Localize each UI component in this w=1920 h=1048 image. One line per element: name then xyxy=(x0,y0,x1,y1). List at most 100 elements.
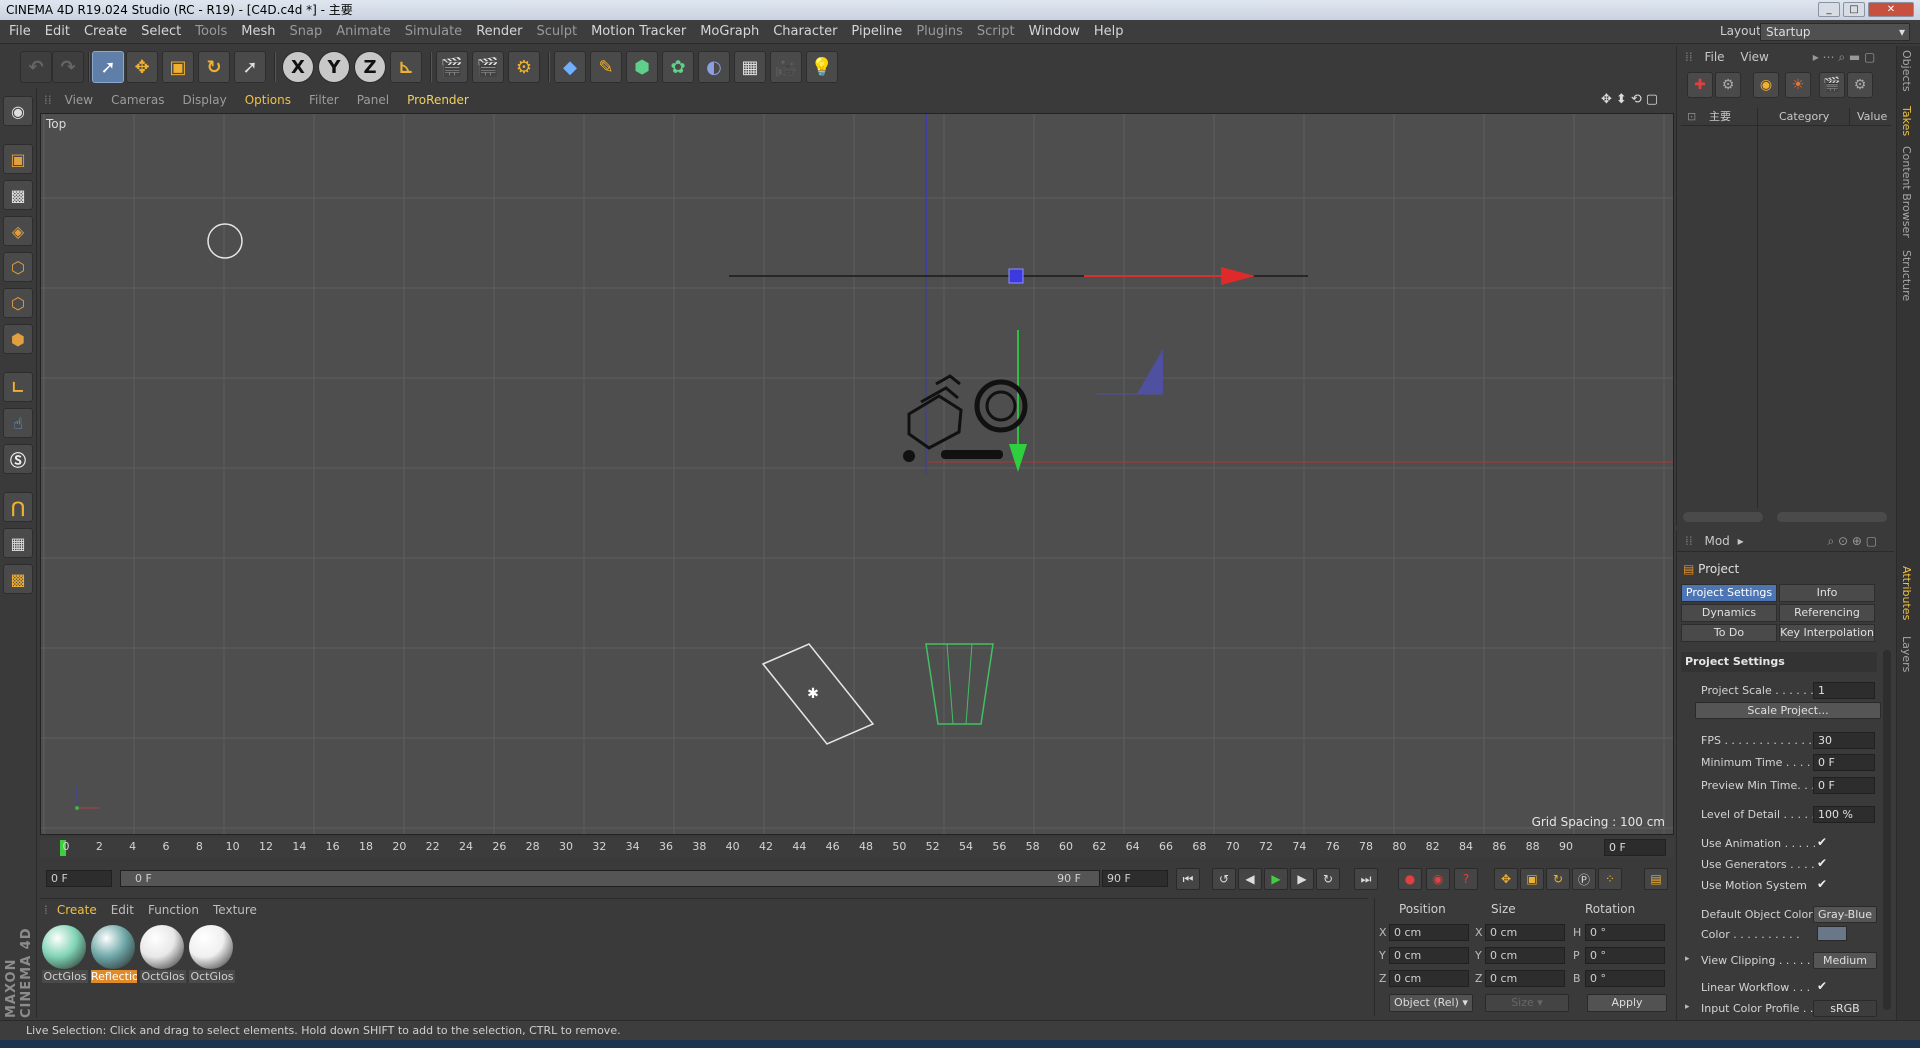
render-picture-viewer-icon[interactable]: 🎬 xyxy=(472,51,504,83)
timeline[interactable]: 0 2 4 6 8 10 12 14 16 18 20 22 24 26 28 30 32 34 36 38 40 42 4… xyxy=(40,838,1674,858)
position-field[interactable]: 0 cm xyxy=(1389,947,1469,964)
planar-workplane-icon[interactable]: ▩ xyxy=(3,564,33,594)
input-color-profile-select[interactable]: sRGB xyxy=(1813,1000,1877,1017)
attributes-mode-menu[interactable]: Mod xyxy=(1704,534,1729,548)
menu-tools[interactable]: Tools xyxy=(188,20,234,44)
coordinate-system-icon[interactable]: ⊾ xyxy=(390,51,422,83)
attributes-scrollbar[interactable] xyxy=(1883,650,1891,1010)
side-tab-attributes[interactable]: Attributes xyxy=(1900,566,1913,620)
size-field[interactable]: 0 cm xyxy=(1485,970,1565,987)
prev-frame-icon[interactable]: ◀ xyxy=(1238,868,1262,890)
coordinate-mode-select[interactable]: Object (Rel) ▾ xyxy=(1389,994,1473,1012)
side-tab-structure[interactable]: Structure xyxy=(1900,250,1913,301)
points-mode-icon[interactable]: ⬡ xyxy=(3,252,33,282)
key-position-icon[interactable]: ✥ xyxy=(1494,868,1518,890)
keyframe-selection-icon[interactable]: ? xyxy=(1454,868,1478,890)
light-icon[interactable]: 💡 xyxy=(806,51,838,83)
object-origin-handle[interactable] xyxy=(1008,268,1024,284)
autokey-icon[interactable]: ◉ xyxy=(1426,868,1450,890)
prev-key-icon[interactable]: ↺ xyxy=(1212,868,1236,890)
octane-light-icon[interactable]: ☀ xyxy=(1785,72,1811,98)
plane-handle[interactable] xyxy=(1137,349,1163,394)
material-swatch[interactable]: OctGlos xyxy=(189,925,235,987)
menu-file[interactable]: File xyxy=(2,20,38,44)
menu-snap[interactable]: Snap xyxy=(283,20,330,44)
fps-field[interactable]: 30 xyxy=(1813,732,1875,749)
z-axis-lock-button[interactable]: Z xyxy=(354,51,386,83)
use-animation-checkbox[interactable]: ✔ xyxy=(1817,835,1827,849)
menu-animate[interactable]: Animate xyxy=(329,20,397,44)
undo-icon[interactable]: ↶ xyxy=(20,51,52,83)
expand-arrow-icon[interactable]: ▸ xyxy=(1685,954,1690,964)
material-swatch[interactable]: Reflectio xyxy=(91,925,137,987)
timeline-window-icon[interactable]: ▤ xyxy=(1644,868,1668,890)
objects-menu-file[interactable]: File xyxy=(1704,50,1724,64)
live-selection-icon[interactable]: ➚ xyxy=(92,51,124,83)
menu-mesh[interactable]: Mesh xyxy=(234,20,282,44)
menu-edit[interactable]: Edit xyxy=(38,20,77,44)
polygons-mode-icon[interactable]: ⬢ xyxy=(3,324,33,354)
minimize-button[interactable]: _ xyxy=(1818,2,1840,17)
record-keyframe-icon[interactable]: ● xyxy=(1398,868,1422,890)
cloner-icon[interactable]: ✿ xyxy=(662,51,694,83)
move-icon[interactable]: ✥ xyxy=(126,51,158,83)
horizontal-scrollbar-left[interactable] xyxy=(1683,512,1763,522)
viewport-canvas[interactable]: ✱ xyxy=(41,114,1674,835)
close-button[interactable]: ✕ xyxy=(1868,2,1914,17)
render-settings-icon[interactable]: ⚙ xyxy=(508,51,540,83)
deformer-icon[interactable]: ◐ xyxy=(698,51,730,83)
apply-button[interactable]: Apply xyxy=(1587,994,1667,1012)
size-field[interactable]: 0 cm xyxy=(1485,924,1565,941)
workplane-lock-icon[interactable]: ▦ xyxy=(3,528,33,558)
rotation-field[interactable]: 0 ° xyxy=(1585,924,1665,941)
mesh-object[interactable] xyxy=(907,374,963,450)
rotation-field[interactable]: 0 ° xyxy=(1585,970,1665,987)
menu-create[interactable]: Create xyxy=(77,20,134,44)
viewport-menu-view[interactable]: View xyxy=(56,90,102,111)
menu-window[interactable]: Window xyxy=(1022,20,1087,44)
size-mode-select[interactable]: Size ▾ xyxy=(1485,994,1569,1012)
attributes-toolbar-icons[interactable]: ⌕ ⊙ ⊕ ▢ xyxy=(1827,534,1877,548)
timeline-ruler[interactable]: 0 2 4 6 8 10 12 14 16 18 20 22 24 26 28 30 32 34 36 38 40 42 4… xyxy=(50,838,1610,858)
menu-character[interactable]: Character xyxy=(766,20,844,44)
end-frame-field[interactable]: 90 F xyxy=(1102,870,1168,887)
key-parameter-icon[interactable]: Ⓟ xyxy=(1572,868,1596,890)
play-icon[interactable]: ▶ xyxy=(1264,868,1288,890)
material-menu-edit[interactable]: Edit xyxy=(104,899,141,921)
side-tab-content-browser[interactable]: Content Browser xyxy=(1900,146,1913,238)
go-to-end-icon[interactable]: ⏭ xyxy=(1354,868,1378,890)
view-clipping-select[interactable]: Medium xyxy=(1813,952,1877,969)
layout-select[interactable]: Startup ▾ xyxy=(1760,23,1910,41)
menu-mograph[interactable]: MoGraph xyxy=(693,20,766,44)
project-scale-field[interactable]: 1 xyxy=(1813,682,1875,699)
viewport-menu-display[interactable]: Display xyxy=(173,90,235,111)
material-menu-function[interactable]: Function xyxy=(141,899,206,921)
size-field[interactable]: 0 cm xyxy=(1485,947,1565,964)
make-editable-icon[interactable]: ◉ xyxy=(3,96,33,126)
viewport-top[interactable]: ✱ Top Grid Spacing : 100 cm xyxy=(40,113,1674,835)
pen-spline-icon[interactable]: ✎ xyxy=(590,51,622,83)
sphere-object[interactable] xyxy=(903,450,915,462)
expand-arrow-icon[interactable]: ▸ xyxy=(1685,1002,1690,1012)
solo-icon[interactable]: Ⓢ xyxy=(3,444,33,474)
snap-icon[interactable]: ⋂ xyxy=(3,492,33,522)
viewport-nav-icons[interactable]: ✥⬍⟲▢ xyxy=(1601,92,1662,107)
octane-camera-icon[interactable]: 🎬 xyxy=(1819,72,1845,98)
key-point-level-icon[interactable]: ⁘ xyxy=(1598,868,1622,890)
default-object-color-select[interactable]: Gray-Blue xyxy=(1813,906,1877,923)
go-to-start-icon[interactable]: ⏮ xyxy=(1176,868,1200,890)
objects-toolbar-icons[interactable]: ▸ ⋯ ⌕ ▬ ▢ xyxy=(1813,50,1876,64)
viewport-menu-cameras[interactable]: Cameras xyxy=(102,90,173,111)
scale-icon[interactable]: ▣ xyxy=(162,51,194,83)
octane-render-icon[interactable]: ✚ xyxy=(1687,72,1713,98)
current-frame-field[interactable]: 0 F xyxy=(1604,839,1666,856)
side-tab-takes[interactable]: Takes xyxy=(1900,106,1913,136)
texture-mode-icon[interactable]: ▩ xyxy=(3,180,33,210)
linear-workflow-checkbox[interactable]: ✔ xyxy=(1817,979,1827,993)
start-frame-field[interactable]: 0 F xyxy=(46,870,112,887)
menu-plugins[interactable]: Plugins xyxy=(909,20,970,44)
preview-min-time-field[interactable]: 0 F xyxy=(1813,777,1875,794)
tab-to-do[interactable]: To Do xyxy=(1681,624,1777,642)
light-object[interactable] xyxy=(207,223,243,259)
rotate-icon[interactable]: ↻ xyxy=(198,51,230,83)
